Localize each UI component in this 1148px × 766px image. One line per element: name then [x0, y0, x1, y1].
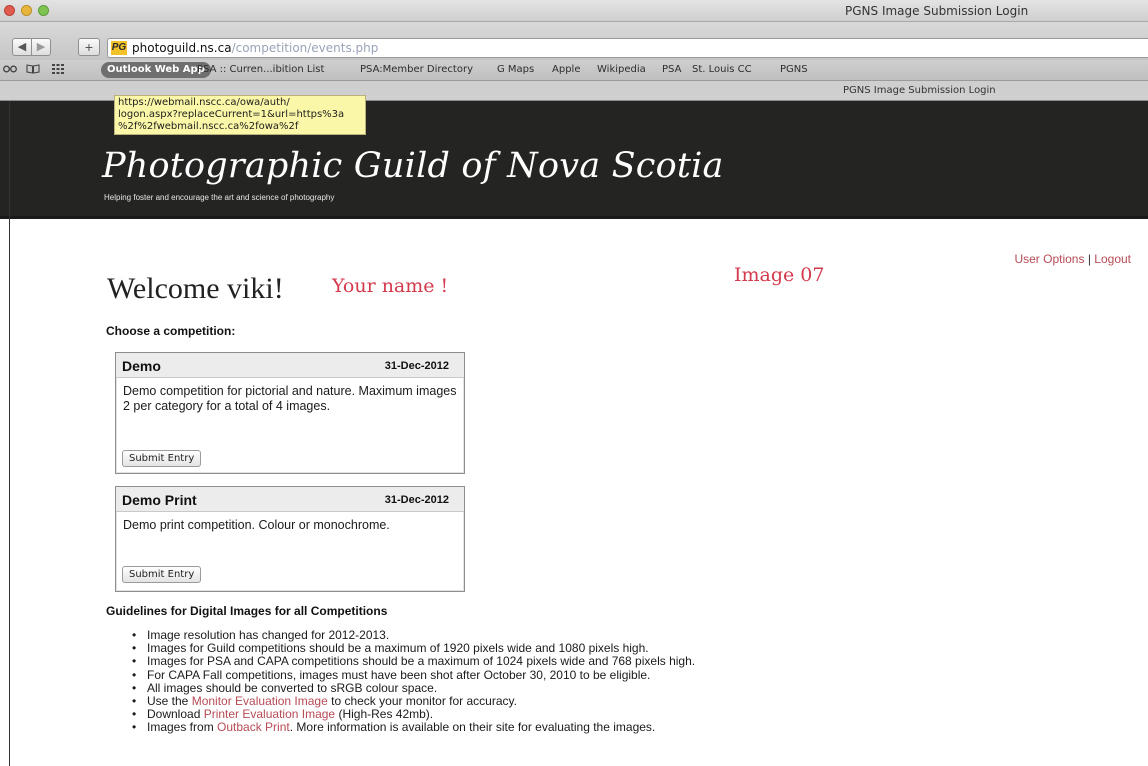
bookmark-psa-member-directory[interactable]: PSA:Member Directory — [360, 64, 473, 75]
choose-competition-label: Choose a competition: — [106, 324, 236, 338]
address-bar[interactable]: PG photoguild.ns.ca/competition/events.p… — [107, 38, 1148, 58]
list-item-text: (High-Res 42mb). — [335, 707, 434, 722]
url-path: /competition/events.php — [231, 41, 379, 55]
list-item: Images from Outback Print. More informat… — [132, 720, 1132, 735]
competition-card-demo-print: Demo Print 31-Dec-2012 Demo print compet… — [115, 486, 465, 592]
guidelines-list: Image resolution has changed for 2012-20… — [132, 628, 1132, 735]
list-item-text: Images from — [147, 720, 218, 735]
bookmark-st-louis-cc[interactable]: St. Louis CC — [692, 64, 752, 75]
annotation-your-name: Your name ! — [332, 275, 449, 297]
submit-entry-button-demo-print[interactable]: Submit Entry — [122, 566, 202, 583]
tab-pgns-image-submission-login[interactable]: PGNS Image Submission Login — [843, 85, 996, 96]
plus-icon: + — [84, 39, 94, 55]
back-button[interactable]: ◀ — [12, 38, 32, 56]
competition-description: Demo print competition. Colour or monoch… — [123, 518, 390, 532]
grid-icon[interactable] — [52, 64, 64, 77]
competition-name: Demo Print — [122, 492, 197, 508]
user-menu-separator: | — [1087, 252, 1091, 266]
url-host: photoguild.ns.ca — [132, 41, 232, 55]
site-title: Photographic Guild of Nova Scotia — [102, 146, 724, 186]
competition-date: 31-Dec-2012 — [384, 360, 449, 372]
annotation-image-number: Image 07 — [734, 264, 825, 286]
page-left-border — [9, 101, 10, 766]
competition-header: Demo Print 31-Dec-2012 — [116, 487, 464, 512]
outback-print-link[interactable]: Outback Print — [217, 720, 290, 734]
add-bookmark-button[interactable]: + — [78, 38, 100, 56]
bookmarks-bar: Outlook Web App PSA :: Curren...ibition … — [0, 60, 1148, 81]
window-titlebar: PGNS Image Submission Login — [0, 0, 1148, 22]
back-icon: ◀ — [17, 41, 27, 53]
monitor-evaluation-image-link[interactable]: Monitor Evaluation Image — [192, 694, 328, 708]
reading-glasses-icon[interactable] — [3, 64, 17, 77]
bookmark-apple[interactable]: Apple — [552, 64, 580, 75]
logout-link[interactable]: Logout — [1094, 252, 1131, 266]
window-title: PGNS Image Submission Login — [845, 4, 1029, 18]
bookmark-outlook-web-app[interactable]: Outlook Web App — [101, 62, 211, 78]
submit-entry-button-demo[interactable]: Submit Entry — [122, 450, 202, 467]
browser-toolbar: ◀ ▶ + PG photoguild.ns.ca/competition/ev… — [0, 22, 1148, 60]
site-tagline: Helping foster and encourage the art and… — [104, 193, 335, 202]
list-item-text: Use the — [147, 694, 192, 709]
bookmark-psa-exhibition-list[interactable]: PSA :: Curren...ibition List — [197, 64, 324, 75]
printer-evaluation-image-link[interactable]: Printer Evaluation Image — [204, 707, 335, 721]
url-text: photoguild.ns.ca/competition/events.php — [132, 41, 378, 55]
zoom-window-button[interactable] — [38, 5, 49, 16]
list-item-text: to check your monitor for accuracy. — [327, 694, 517, 709]
link-tooltip: https://webmail.nscc.ca/owa/auth/ logon.… — [114, 95, 366, 135]
close-window-button[interactable] — [4, 5, 15, 16]
list-item: Images for PSA and CAPA competitions sho… — [132, 655, 1132, 669]
site-favicon: PG — [111, 41, 127, 55]
competition-header: Demo 31-Dec-2012 — [116, 353, 464, 378]
bookmark-pgns[interactable]: PGNS — [780, 64, 808, 75]
book-icon[interactable] — [26, 64, 40, 77]
user-options-link[interactable]: User Options — [1014, 252, 1084, 266]
bookmark-g-maps[interactable]: G Maps — [497, 64, 534, 75]
competition-date: 31-Dec-2012 — [384, 494, 449, 506]
user-menu: User Options | Logout — [1014, 252, 1131, 266]
forward-icon: ▶ — [36, 41, 46, 53]
bookmark-wikipedia[interactable]: Wikipedia — [597, 64, 646, 75]
welcome-heading: Welcome viki! — [107, 272, 284, 305]
list-item-text: Download — [147, 707, 204, 722]
competition-description: Demo competition for pictorial and natur… — [123, 384, 457, 413]
competition-name: Demo — [122, 358, 161, 374]
bookmark-psa[interactable]: PSA — [662, 64, 681, 75]
forward-button[interactable]: ▶ — [31, 38, 51, 56]
competition-card-demo: Demo 31-Dec-2012 Demo competition for pi… — [115, 352, 465, 474]
guidelines-title: Guidelines for Digital Images for all Co… — [106, 604, 388, 618]
minimize-window-button[interactable] — [21, 5, 32, 16]
list-item-text: . More information is available on their… — [289, 720, 656, 735]
list-item: For CAPA Fall competitions, images must … — [132, 668, 1132, 682]
